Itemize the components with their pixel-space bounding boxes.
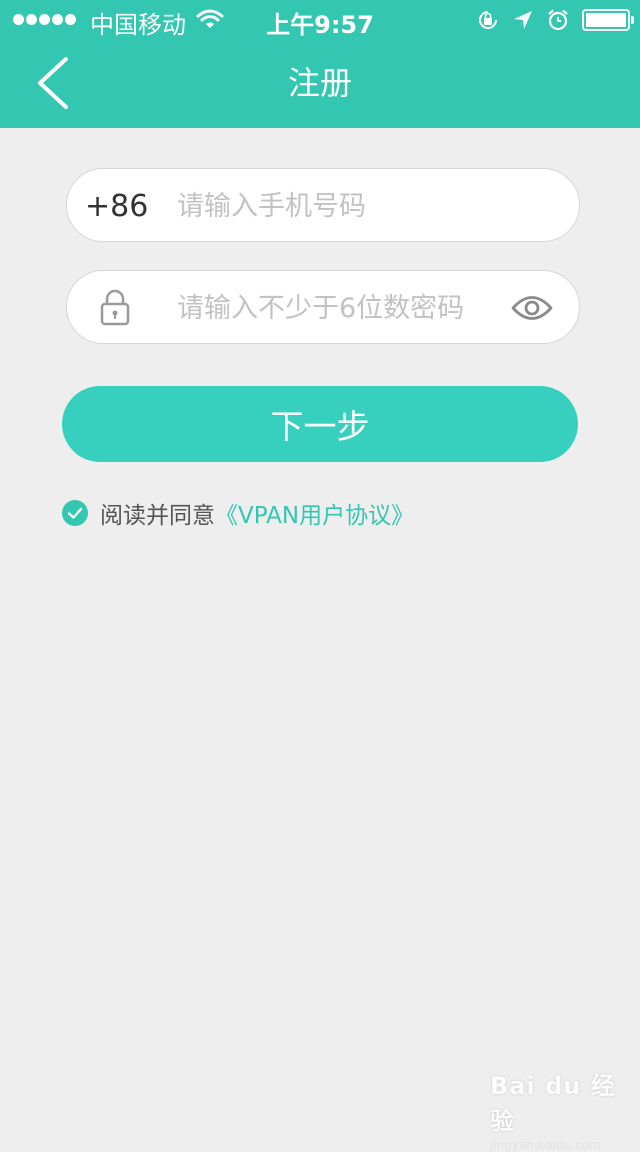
agreement-row: 阅读并同意 《VPAN用户协议》 [62,496,414,530]
battery-icon [582,9,634,31]
phone-field: +86 [66,168,580,242]
rotation-lock-icon [479,11,497,29]
status-icons [476,8,634,32]
watermark-url: jingyan.baidu.com [490,1138,601,1152]
user-agreement-link[interactable]: 《VPAN用户协议》 [215,496,414,530]
eye-icon[interactable] [511,293,553,323]
agreement-text: 阅读并同意 [100,503,215,529]
phone-input[interactable] [175,181,479,231]
next-step-button[interactable]: 下一步 [62,386,578,462]
alarm-icon [548,9,568,31]
page-title: 注册 [287,64,352,102]
password-field [66,270,580,344]
navigation-bar: 中国移动 上午9:57 注册 [0,0,640,128]
location-arrow-icon [514,11,532,29]
watermark: Bai du 经验 jingyan.baidu.com [490,1066,640,1152]
country-code[interactable]: +86 [85,189,148,224]
password-input[interactable] [175,283,479,333]
watermark-logo: Bai du 经验 [490,1072,616,1135]
lock-icon [100,289,130,326]
status-bar: 中国移动 上午9:57 [0,0,640,40]
checkmark-icon[interactable] [62,500,88,526]
